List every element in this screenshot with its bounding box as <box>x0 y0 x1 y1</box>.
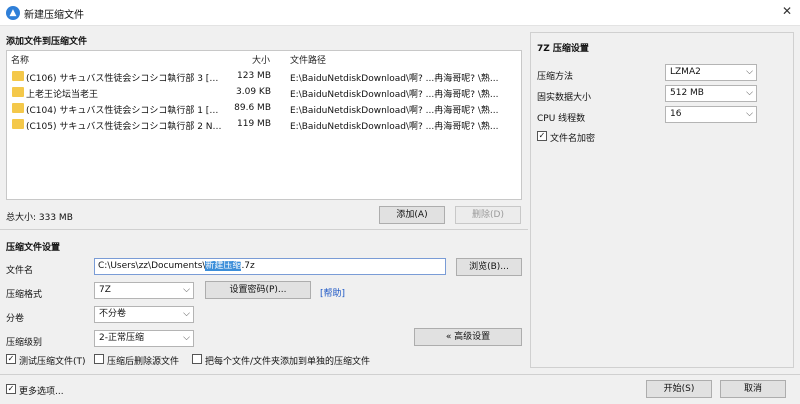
method-select[interactable]: LZMA2 ⌵ <box>665 64 757 81</box>
browse-button[interactable]: 浏览(B)... <box>456 258 522 276</box>
compress-dialog: ▲ 新建压缩文件 ✕ 添加文件到压缩文件 名称 大小 文件路径 (C106) サ… <box>0 0 800 404</box>
separate-archives-label[interactable]: 把每个文件/文件夹添加到单独的压缩文件 <box>205 354 370 367</box>
format-select[interactable]: 7Z ⌵ <box>94 282 194 299</box>
section-divider <box>0 229 528 230</box>
file-name: (C106) サキュバス性徒会シコシコ執行部 3 [無邪... <box>26 74 226 84</box>
close-icon[interactable]: ✕ <box>782 4 792 18</box>
filename-selection: 新建压缩 <box>205 261 242 271</box>
folder-icon <box>12 87 24 97</box>
add-button[interactable]: 添加(A) <box>379 206 445 224</box>
file-size: 3.09 KB <box>236 87 271 97</box>
file-row[interactable]: (C105) サキュバス性徒会シコシコ執行部 2 NOA... 119 MB E… <box>7 116 521 132</box>
file-path: E:\BaiduNetdiskDownload\啊? ...冉海哥呢? \熟..… <box>290 122 499 132</box>
filename-prefix: C:\Users\zz\Documents\ <box>98 261 206 271</box>
format-label: 压缩格式 <box>6 290 43 300</box>
filename-suffix: .7z <box>241 261 255 271</box>
test-archive-checkbox[interactable]: ✓ <box>6 354 16 364</box>
encrypt-names-label[interactable]: 文件名加密 <box>550 131 595 144</box>
column-header-name[interactable]: 名称 <box>11 53 29 66</box>
encrypt-names-checkbox[interactable]: ✓ <box>537 131 547 141</box>
column-header-path[interactable]: 文件路径 <box>290 53 326 66</box>
total-size: 总大小: 333 MB <box>6 213 73 223</box>
more-options-label[interactable]: 更多选项... <box>19 384 64 397</box>
level-select[interactable]: 2-正常压缩 ⌵ <box>94 330 194 347</box>
archive-settings-title: 压缩文件设置 <box>6 243 61 253</box>
file-size: 119 MB <box>237 119 271 129</box>
level-label: 压缩级别 <box>6 338 43 348</box>
file-path: E:\BaiduNetdiskDownload\啊? ...冉海哥呢? \熟..… <box>290 106 499 116</box>
advanced-settings-button[interactable]: « 高级设置 <box>414 328 522 346</box>
window-title: 新建压缩文件 <box>24 10 84 21</box>
threads-value: 16 <box>670 109 682 119</box>
file-list-header: 名称 大小 文件路径 <box>7 51 521 66</box>
file-name: (C104) サキュバス性徒会シコシコ執行部 1 [無邪... <box>26 106 226 116</box>
block-size-select[interactable]: 512 MB ⌵ <box>665 85 757 102</box>
split-value: 不分卷 <box>99 309 127 319</box>
separate-archives-checkbox[interactable] <box>192 354 202 364</box>
title-bar: ▲ 新建压缩文件 ✕ <box>0 0 800 26</box>
block-size-value: 512 MB <box>670 88 704 98</box>
archive-app-icon: ▲ <box>6 6 20 20</box>
file-path: E:\BaiduNetdiskDownload\啊? ...冉海哥呢? \熟..… <box>290 74 499 84</box>
more-options-checkbox[interactable]: ✓ <box>6 384 16 394</box>
file-row[interactable]: (C106) サキュバス性徒会シコシコ執行部 3 [無邪... 123 MB E… <box>7 68 521 84</box>
filename-input[interactable]: C:\Users\zz\Documents\新建压缩.7z <box>94 258 446 275</box>
chevron-down-icon: ⌵ <box>183 285 190 295</box>
method-value: LZMA2 <box>670 67 701 77</box>
folder-icon <box>12 103 24 113</box>
split-select[interactable]: 不分卷 ⌵ <box>94 306 194 323</box>
folder-icon <box>12 71 24 81</box>
set-password-button[interactable]: 设置密码(P)... <box>205 281 311 299</box>
file-name: 上老王论坛当老王 <box>26 90 99 100</box>
footer-divider <box>0 374 800 375</box>
column-header-size[interactable]: 大小 <box>252 53 270 66</box>
file-size: 89.6 MB <box>234 103 271 113</box>
chevron-down-icon: ⌵ <box>746 109 753 119</box>
delete-after-label[interactable]: 压缩后删除源文件 <box>107 354 179 367</box>
seven-z-settings-panel: 7Z 压缩设置 压缩方法 LZMA2 ⌵ 固实数据大小 512 MB ⌵ CPU… <box>530 32 794 368</box>
filename-label: 文件名 <box>6 266 34 276</box>
test-archive-label[interactable]: 测试压缩文件(T) <box>19 354 86 367</box>
chevron-down-icon: ⌵ <box>746 88 753 98</box>
threads-label: CPU 线程数 <box>537 114 586 124</box>
seven-z-title: 7Z 压缩设置 <box>537 44 589 54</box>
files-section-title: 添加文件到压缩文件 <box>6 37 88 47</box>
split-label: 分卷 <box>6 314 25 324</box>
file-size: 123 MB <box>237 71 271 81</box>
folder-icon <box>12 119 24 129</box>
help-link[interactable]: [帮助] <box>320 286 345 299</box>
start-button[interactable]: 开始(S) <box>646 380 712 398</box>
file-row[interactable]: (C104) サキュバス性徒会シコシコ執行部 1 [無邪... 89.6 MB … <box>7 100 521 116</box>
delete-button[interactable]: 删除(D) <box>455 206 521 224</box>
level-value: 2-正常压缩 <box>99 333 144 343</box>
format-value: 7Z <box>99 285 111 295</box>
chevron-down-icon: ⌵ <box>746 67 753 77</box>
delete-after-checkbox[interactable] <box>94 354 104 364</box>
chevron-down-icon: ⌵ <box>183 333 190 343</box>
file-list[interactable]: 名称 大小 文件路径 (C106) サキュバス性徒会シコシコ執行部 3 [無邪.… <box>6 50 522 200</box>
file-path: E:\BaiduNetdiskDownload\啊? ...冉海哥呢? \熟..… <box>290 90 499 100</box>
file-name: (C105) サキュバス性徒会シコシコ執行部 2 NOA... <box>26 122 226 132</box>
threads-select[interactable]: 16 ⌵ <box>665 106 757 123</box>
file-row[interactable]: 上老王论坛当老王 3.09 KB E:\BaiduNetdiskDownload… <box>7 84 521 100</box>
chevron-down-icon: ⌵ <box>183 309 190 319</box>
cancel-button[interactable]: 取消 <box>720 380 786 398</box>
block-size-label: 固实数据大小 <box>537 93 592 103</box>
method-label: 压缩方法 <box>537 72 574 82</box>
